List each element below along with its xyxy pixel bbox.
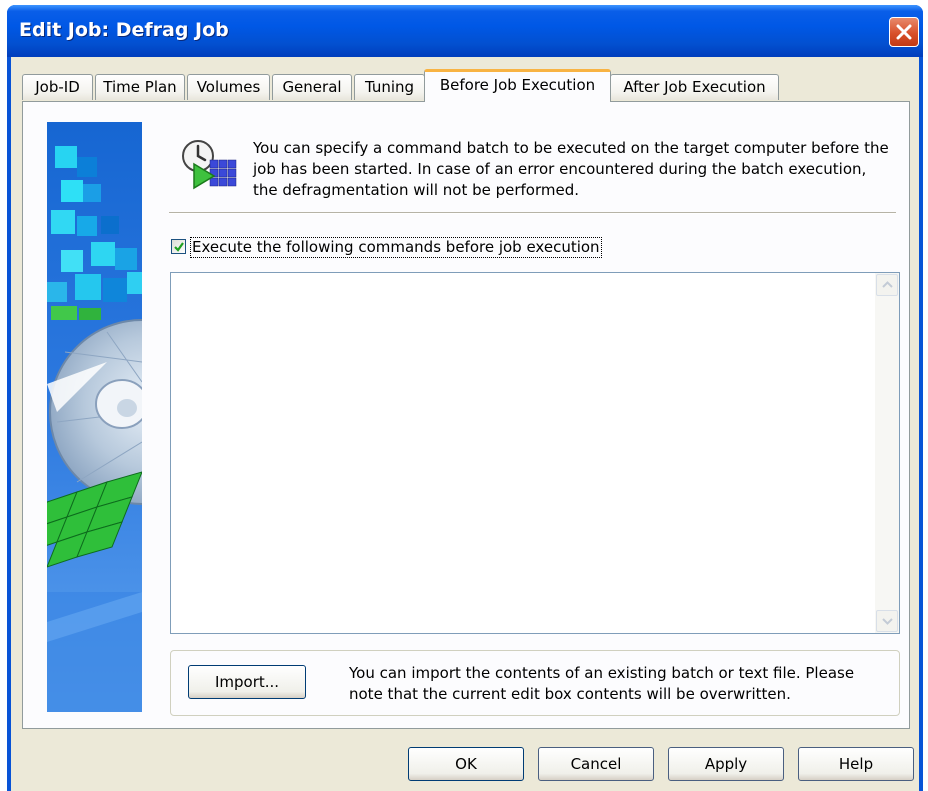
vertical-scrollbar[interactable] [875,273,899,633]
import-button-label: Import... [214,673,280,691]
tab-label: Before Job Execution [439,76,596,94]
tab-label: General [282,78,342,96]
apply-button[interactable]: Apply [668,747,784,781]
tab-general[interactable]: General [272,74,352,100]
tab-label: Time Plan [103,78,177,96]
import-button[interactable]: Import... [188,665,306,699]
cancel-button[interactable]: Cancel [538,747,654,781]
execute-commands-label[interactable]: Execute the following commands before jo… [190,237,602,258]
help-button[interactable]: Help [798,747,914,781]
execute-commands-checkbox[interactable] [171,239,186,254]
separator [169,212,896,214]
tab-before-job-execution[interactable]: Before Job Execution [424,69,611,102]
import-group: Import... You can import the contents of… [170,650,900,716]
tab-label: Job-ID [35,78,80,96]
tab-label: Volumes [196,78,261,96]
scheduled-batch-icon [182,140,237,190]
cancel-button-label: Cancel [570,755,622,773]
batch-description: You can specify a command batch to be ex… [253,139,889,199]
tab-panel: You can specify a command batch to be ex… [22,101,910,729]
checkmark-icon [174,242,184,252]
help-button-label: Help [838,755,874,773]
scroll-down-button[interactable] [876,610,898,632]
tab-time-plan[interactable]: Time Plan [95,74,185,100]
import-description: You can import the contents of an existi… [349,664,855,703]
tab-job-id[interactable]: Job-ID [22,74,93,100]
title-bar[interactable]: Edit Job: Defrag Job [7,5,923,57]
tab-after-job-execution[interactable]: After Job Execution [610,74,779,100]
apply-button-label: Apply [704,755,748,773]
tab-label: Tuning [364,78,415,96]
dialog-window: Edit Job: Defrag Job Job-ID Time Plan Vo… [7,5,923,791]
window-title: Edit Job: Defrag Job [19,19,229,41]
ok-button[interactable]: OK [408,747,524,781]
arrow-up-icon [882,281,893,288]
tab-tuning[interactable]: Tuning [354,74,425,100]
close-icon [896,24,912,40]
close-button[interactable] [889,17,919,47]
ok-button-label: OK [455,755,477,773]
scroll-up-button[interactable] [876,274,898,296]
tab-volumes[interactable]: Volumes [187,74,270,100]
commands-edit-box[interactable] [170,272,900,634]
arrow-down-icon [882,618,893,625]
dialog-body: Job-ID Time Plan Volumes General Tuning … [11,57,919,791]
tab-label: After Job Execution [623,78,766,96]
defrag-illustration [47,122,142,712]
